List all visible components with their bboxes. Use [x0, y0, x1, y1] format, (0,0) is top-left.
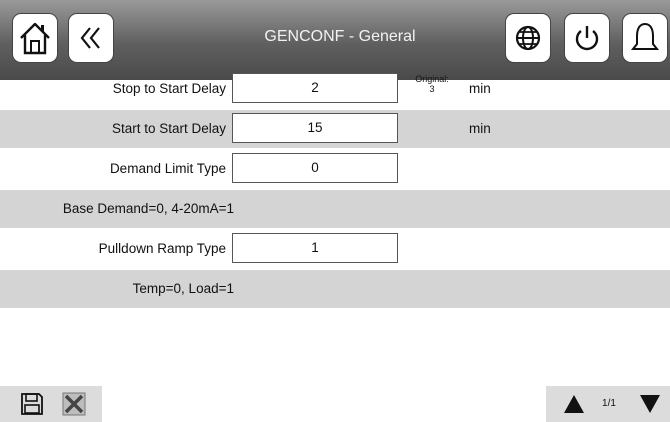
cancel-button[interactable]	[62, 392, 86, 416]
save-button[interactable]	[20, 392, 44, 416]
home-button[interactable]	[12, 13, 58, 63]
stop-to-start-delay-label: Stop to Start Delay	[112, 81, 226, 96]
base-demand-note: Base Demand=0, 4-20mA=1	[62, 201, 234, 216]
unit-label: min	[469, 121, 491, 136]
up-arrow-icon	[564, 395, 584, 413]
demand-limit-type-label: Demand Limit Type	[109, 161, 226, 176]
header-bar: GENCONF - General	[0, 0, 670, 80]
original-value: Original: 3	[412, 74, 452, 94]
page-title: GENCONF - General	[264, 28, 416, 45]
page-indicator: 1/1	[602, 398, 616, 409]
footer-left-panel	[0, 386, 102, 422]
original-label: Original:	[415, 74, 449, 84]
pulldown-ramp-type-input[interactable]: 1	[232, 233, 398, 263]
demand-limit-type-input[interactable]: 0	[232, 153, 398, 183]
pulldown-ramp-type-label: Pulldown Ramp Type	[98, 241, 226, 256]
page-down-button[interactable]	[638, 392, 662, 416]
row-temp-load-note: Temp=0, Load=1	[0, 270, 670, 308]
start-to-start-delay-input[interactable]: 15	[232, 113, 398, 143]
cancel-icon	[62, 392, 86, 416]
row-stop-to-start-delay: Stop to Start Delay 2 Original: 3 min	[0, 70, 670, 108]
row-base-demand-note: Base Demand=0, 4-20mA=1	[0, 190, 670, 228]
language-button[interactable]	[505, 13, 551, 63]
row-start-to-start-delay: Start to Start Delay 15 min	[0, 110, 670, 148]
save-icon	[21, 393, 43, 415]
home-icon	[20, 22, 50, 55]
power-icon	[575, 26, 599, 51]
down-arrow-icon	[640, 395, 660, 413]
back-button[interactable]	[68, 13, 114, 63]
bell-icon	[630, 22, 660, 50]
back-icon	[80, 27, 100, 49]
row-pulldown-ramp-type: Pulldown Ramp Type 1	[0, 230, 670, 268]
row-demand-limit-type: Demand Limit Type 0	[0, 150, 670, 188]
page-up-button[interactable]	[562, 392, 586, 416]
original-number: 3	[429, 84, 435, 94]
footer-bar: 1/1	[0, 386, 670, 422]
start-to-start-delay-label: Start to Start Delay	[111, 121, 226, 136]
unit-label: min	[469, 81, 491, 96]
power-button[interactable]	[564, 13, 610, 63]
globe-icon	[515, 25, 541, 51]
alarm-button[interactable]	[622, 13, 668, 63]
temp-load-note: Temp=0, Load=1	[132, 281, 234, 296]
stop-to-start-delay-input[interactable]: 2	[232, 73, 398, 103]
